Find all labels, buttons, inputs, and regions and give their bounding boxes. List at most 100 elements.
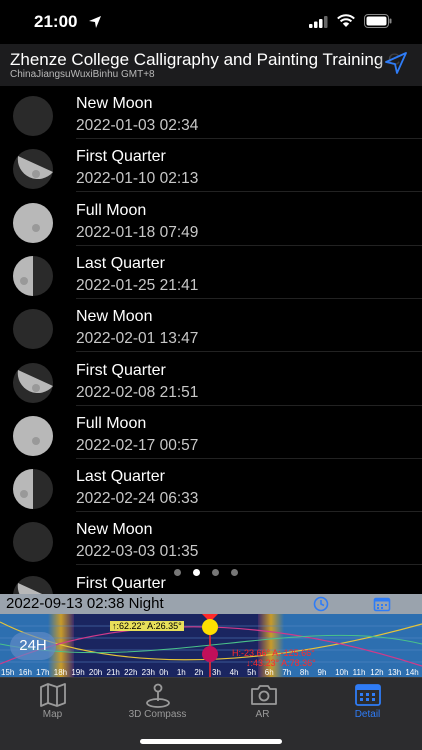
battery-icon: [364, 14, 392, 28]
location-arrow-icon: [89, 16, 101, 28]
phase-name: New Moon: [76, 308, 153, 326]
phase-name: First Quarter: [76, 361, 166, 379]
hour-tick-label: 4h: [229, 668, 239, 677]
moon-set-readout: ↓:43.23° A:78.36°: [246, 658, 316, 668]
hour-tick-label: 22h: [124, 668, 138, 677]
clock-icon[interactable]: [312, 596, 330, 612]
hour-tick-label: 10h: [335, 668, 349, 677]
phase-date: 2022-02-24 06:33: [76, 490, 199, 508]
current-time-label: 2022-09-13 02:38 Night: [6, 595, 164, 612]
moon-position-readout: H:-23.66° A:-125.66°: [232, 648, 315, 658]
phase-name: Last Quarter: [76, 254, 165, 272]
hour-tick-label: 6h: [264, 668, 274, 677]
wifi-icon: [337, 14, 355, 27]
calendar-icon[interactable]: [373, 596, 391, 612]
phase-name: First Quarter: [76, 148, 166, 166]
navigation-button[interactable]: [378, 52, 408, 76]
hour-tick-label: 5h: [247, 668, 257, 677]
sun-moon-timeline[interactable]: 24H ↑:62.22° A:26.35° H:-23.66° A:-125.6…: [0, 614, 422, 677]
time-bar[interactable]: 2022-09-13 02:38 Night: [0, 594, 422, 614]
calendar-grid-icon: [355, 684, 381, 706]
phase-date: 2022-01-25 21:41: [76, 276, 199, 294]
tab-map[interactable]: Map: [0, 678, 105, 728]
phase-name: New Moon: [76, 95, 153, 112]
hour-tick-label: 2h: [194, 668, 204, 677]
compass-icon: [146, 683, 170, 708]
navigation-arrow-icon: [385, 52, 407, 74]
new-moon-moon-icon: [13, 96, 53, 136]
first-quarter-moon-icon: [13, 149, 53, 190]
last-quarter-moon-icon: [13, 469, 53, 510]
moon-phase-row[interactable]: New Moon 2022-03-03 01:35: [0, 512, 422, 566]
moon-phase-row[interactable]: Full Moon 2022-01-18 07:49: [0, 193, 422, 246]
tab-ar-label: AR: [255, 709, 270, 720]
page-dot[interactable]: [212, 569, 219, 576]
hour-ticks: 15h 16h 17h 18h 19h 20h 21h 22h 23h 0h 1h 2h 3h 4h 5h 6…: [0, 668, 422, 677]
phase-date: 2022-02-17 00:57: [76, 436, 199, 454]
phase-date: 2022-02-01 13:47: [76, 330, 199, 348]
full-moon-moon-icon: [13, 415, 53, 456]
phase-name: Full Moon: [76, 201, 147, 219]
last-quarter-moon-icon: [13, 255, 53, 296]
phase-date: 2022-02-08 21:51: [76, 383, 199, 401]
hour-tick-label: 13h: [387, 668, 402, 677]
sun-position-readout: ↑:62.22° A:26.35°: [110, 621, 184, 631]
first-quarter-moon-icon: [13, 575, 53, 594]
tab-detail[interactable]: Detail: [315, 678, 420, 728]
cellular-signal-icon: [309, 16, 328, 28]
page-dot[interactable]: [174, 569, 181, 576]
moon-phase-row[interactable]: First Quarter 2022-02-08 21:51: [0, 353, 422, 406]
moon-phase-row[interactable]: First Quarter: [0, 566, 422, 594]
hour-tick-label: 16h: [18, 668, 32, 677]
hour-tick-label: 8h: [299, 668, 309, 677]
new-moon-moon-icon: [13, 309, 53, 350]
page-dot[interactable]: [193, 569, 200, 576]
first-quarter-moon-icon: [13, 362, 53, 403]
phase-name: New Moon: [76, 521, 153, 539]
place-title: Zhenze College Calligraphy and Painting …: [10, 50, 401, 69]
home-indicator[interactable]: [140, 739, 282, 744]
hour-tick-label: 19h: [71, 668, 85, 677]
hour-tick-label: 21h: [106, 668, 120, 677]
hour-tick-label: 14h: [405, 668, 419, 677]
hour-24-button[interactable]: 24H: [10, 632, 56, 660]
tab-ar[interactable]: AR: [210, 678, 315, 728]
moon-phase-row[interactable]: Full Moon 2022-02-17 00:57: [0, 406, 422, 459]
hour-tick-label: 1h: [176, 668, 186, 677]
tab-detail-label: Detail: [354, 709, 381, 720]
tab-map-label: Map: [42, 709, 63, 720]
hour-tick-label: 15h: [1, 668, 15, 677]
phase-date: 2022-01-03 02:34: [76, 117, 199, 134]
phase-name: First Quarter: [76, 574, 166, 592]
full-moon-moon-icon: [13, 202, 53, 243]
phase-date: 2022-01-18 07:49: [76, 223, 199, 241]
hour-tick-label: 18h: [53, 668, 68, 677]
hour-tick-label: 11h: [352, 668, 366, 677]
hour-tick-label: 7h: [282, 668, 292, 677]
moon-phase-row[interactable]: Last Quarter 2022-02-24 06:33: [0, 459, 422, 513]
new-moon-moon-icon: [13, 522, 53, 563]
moon-phase-row[interactable]: New Moon 2022-02-01 13:47: [0, 299, 422, 353]
place-subtitle: ChinaJiangsuWuxiBinhu GMT+8: [10, 69, 155, 80]
page-dot[interactable]: [231, 569, 238, 576]
hour-tick-label: 0h: [159, 668, 169, 677]
phase-name: Full Moon: [76, 414, 147, 432]
tab-3d-compass-label: 3D Compass: [128, 709, 187, 720]
phase-name: Last Quarter: [76, 468, 165, 486]
hour-tick-label: 17h: [36, 668, 50, 677]
hour-tick-label: 12h: [370, 668, 384, 677]
map-icon: [40, 683, 66, 707]
hour-tick-label: 3h: [212, 668, 221, 677]
hour-tick-label: 20h: [88, 668, 103, 677]
location-header[interactable]: Zhenze College Calligraphy and Painting …: [0, 44, 422, 86]
tab-3d-compass[interactable]: 3D Compass: [105, 678, 210, 728]
moon-phase-list[interactable]: New Moon 2022-01-03 02:34 First Quarter 202…: [0, 86, 422, 594]
moon-phase-row[interactable]: First Quarter 2022-01-10 02:13: [0, 139, 422, 193]
moon-phase-row[interactable]: New Moon 2022-01-03 02:34: [0, 86, 422, 139]
status-bar: 21:00: [0, 0, 422, 44]
camera-icon: [251, 685, 277, 705]
phase-date: 2022-03-03 01:35: [76, 543, 199, 561]
phase-date: 2022-01-10 02:13: [76, 170, 199, 188]
hour-tick-label: 9h: [317, 668, 327, 677]
moon-phase-row[interactable]: Last Quarter 2022-01-25 21:41: [0, 246, 422, 299]
